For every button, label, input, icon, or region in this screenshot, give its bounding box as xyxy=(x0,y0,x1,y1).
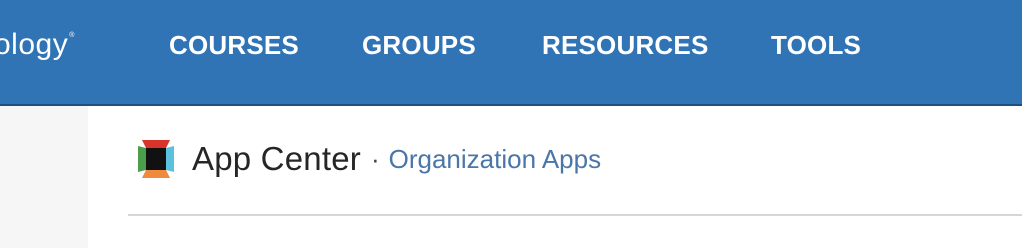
nav-groups[interactable]: GROUPS xyxy=(362,30,476,61)
top-navigation-bar: ology ® COURSES GROUPS RESOURCES TOOLS xyxy=(0,0,1022,106)
page-header: App Center · Organization Apps xyxy=(136,138,601,180)
left-sidebar xyxy=(0,106,88,248)
organization-apps-link[interactable]: Organization Apps xyxy=(389,144,601,175)
logo-text: ology xyxy=(0,28,69,61)
registered-mark: ® xyxy=(69,32,75,39)
page-title: App Center xyxy=(192,140,361,177)
nav-courses[interactable]: COURSES xyxy=(169,30,299,61)
nav-resources[interactable]: RESOURCES xyxy=(542,30,709,61)
app-center-icon xyxy=(136,138,176,180)
nav-tools[interactable]: TOOLS xyxy=(771,30,861,61)
title-separator: · xyxy=(370,143,380,174)
logo[interactable]: ology ® xyxy=(0,28,75,62)
header-divider xyxy=(128,214,1022,216)
